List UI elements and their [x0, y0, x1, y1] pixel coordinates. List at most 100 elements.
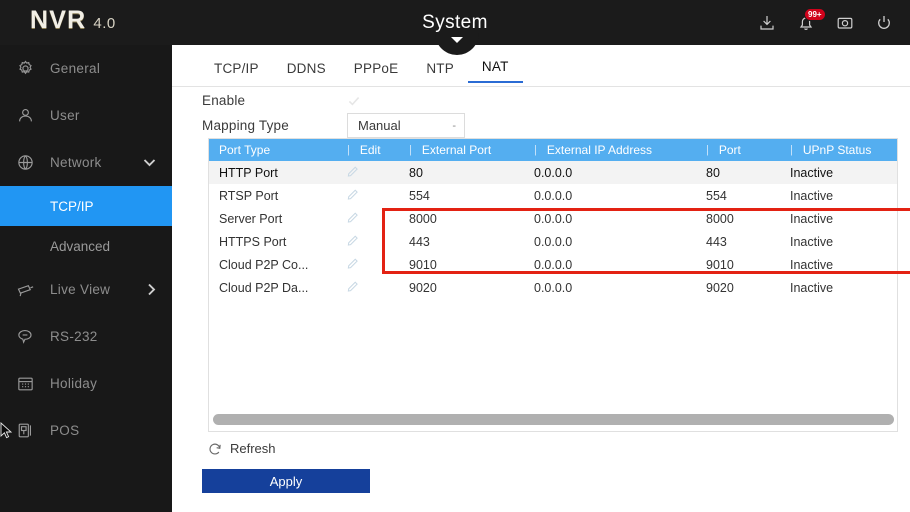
- sidebar-item-pos[interactable]: POS: [0, 407, 172, 454]
- tab-ntp[interactable]: NTP: [412, 57, 468, 83]
- cell-external-ip: 0.0.0.0: [534, 165, 573, 180]
- col-external-ip: External IP Address: [524, 143, 696, 157]
- mapping-type-row: Mapping Type Manual -: [202, 113, 465, 138]
- cell-external-ip: 0.0.0.0: [534, 280, 573, 295]
- download-icon[interactable]: [757, 13, 777, 33]
- sidebar: General User Network TCP/IP Advanced Liv…: [0, 45, 172, 512]
- cell-port: 554: [706, 188, 727, 203]
- cell-port-type: Cloud P2P Co...: [219, 257, 309, 272]
- cell-external-ip: 0.0.0.0: [534, 257, 573, 272]
- chevron-down-icon: -: [452, 119, 456, 132]
- mapping-type-label: Mapping Type: [202, 118, 289, 133]
- chat-icon: [14, 326, 36, 348]
- sidebar-item-holiday[interactable]: Holiday: [0, 360, 172, 407]
- display-icon[interactable]: [835, 13, 855, 33]
- cell-edit[interactable]: [337, 211, 399, 226]
- chevron-down-icon[interactable]: [143, 158, 156, 167]
- cell-edit[interactable]: [337, 257, 399, 272]
- cell-port-type: HTTP Port: [219, 165, 278, 180]
- mapping-type-select[interactable]: Manual -: [347, 113, 465, 138]
- tab-nat[interactable]: NAT: [467, 55, 523, 83]
- nvr-config-window: NVR 4.0 System 99+ General User Network …: [0, 0, 910, 512]
- refresh-label: Refresh: [230, 441, 276, 456]
- edit-icon[interactable]: [347, 280, 359, 292]
- cell-port-type: Cloud P2P Da...: [219, 280, 309, 295]
- sidebar-item-advanced[interactable]: Advanced: [0, 226, 172, 266]
- power-icon[interactable]: [874, 13, 894, 33]
- enable-checkbox[interactable]: [347, 94, 361, 108]
- col-external-port: External Port: [399, 143, 524, 157]
- table-row[interactable]: Cloud P2P Co... 9010 0.0.0.0 9010 Inactive: [209, 253, 897, 276]
- sidebar-item-tcpip[interactable]: TCP/IP: [0, 186, 172, 226]
- col-edit: Edit: [337, 143, 399, 157]
- cell-port: 8000: [706, 211, 734, 226]
- table-hscrollbar-thumb[interactable]: [213, 414, 894, 425]
- table-row[interactable]: Server Port 8000 0.0.0.0 8000 Inactive: [209, 207, 897, 230]
- cell-external-ip: 0.0.0.0: [534, 188, 573, 203]
- tab-ddns[interactable]: DDNS: [273, 57, 340, 83]
- cell-external-port: 8000: [409, 211, 437, 226]
- cell-port-type: Server Port: [219, 211, 283, 226]
- sidebar-label-pos: POS: [50, 423, 80, 438]
- cell-port-type: RTSP Port: [219, 188, 279, 203]
- cell-edit[interactable]: [337, 188, 399, 203]
- sidebar-label-user: User: [50, 108, 80, 123]
- content-area: TCP/IP DDNS PPPoE NTP NAT Enable Mapping…: [172, 45, 910, 512]
- table-hscrollbar-track[interactable]: [210, 414, 896, 428]
- calendar-icon: [14, 373, 36, 395]
- sidebar-label-rs232: RS-232: [50, 329, 98, 344]
- sidebar-label-advanced: Advanced: [50, 238, 111, 254]
- table-row[interactable]: HTTPS Port 443 0.0.0.0 443 Inactive: [209, 230, 897, 253]
- sidebar-label-network: Network: [50, 155, 102, 170]
- bell-badge: 99+: [804, 7, 826, 21]
- edit-icon[interactable]: [347, 165, 359, 177]
- sidebar-item-user[interactable]: User: [0, 92, 172, 139]
- refresh-button[interactable]: Refresh: [208, 441, 276, 456]
- tab-divider: [172, 86, 910, 87]
- enable-label: Enable: [202, 93, 246, 108]
- cell-external-ip: 0.0.0.0: [534, 234, 573, 249]
- sidebar-item-network[interactable]: Network: [0, 139, 172, 186]
- cell-edit[interactable]: [337, 165, 399, 180]
- edit-icon[interactable]: [347, 257, 359, 269]
- apply-button[interactable]: Apply: [202, 469, 370, 493]
- bell-icon[interactable]: 99+: [796, 7, 826, 33]
- col-port-type: Port Type: [219, 143, 271, 157]
- col-upnp-status: UPnP Status: [780, 143, 880, 157]
- tab-pppoe[interactable]: PPPoE: [340, 57, 413, 83]
- sidebar-item-liveview[interactable]: Live View: [0, 266, 172, 313]
- cell-port: 80: [706, 165, 720, 180]
- cell-external-port: 9020: [409, 280, 437, 295]
- enable-row: Enable: [202, 93, 361, 108]
- table-row[interactable]: Cloud P2P Da... 9020 0.0.0.0 9020 Inactive: [209, 276, 897, 299]
- cell-edit[interactable]: [337, 234, 399, 249]
- cell-external-port: 554: [409, 188, 430, 203]
- cell-external-port: 443: [409, 234, 430, 249]
- cell-edit[interactable]: [337, 280, 399, 295]
- tab-bar: TCP/IP DDNS PPPoE NTP NAT: [200, 55, 523, 83]
- sidebar-label-general: General: [50, 61, 101, 76]
- table-row[interactable]: HTTP Port 80 0.0.0.0 80 Inactive: [209, 161, 897, 184]
- camera-icon: [14, 279, 36, 301]
- port-table: Port Type Edit External Port External IP…: [208, 138, 898, 432]
- sidebar-label-liveview: Live View: [50, 282, 111, 297]
- col-port: Port: [696, 143, 780, 157]
- cell-port: 9020: [706, 280, 734, 295]
- edit-icon[interactable]: [347, 211, 359, 223]
- table-row[interactable]: RTSP Port 554 0.0.0.0 554 Inactive: [209, 184, 897, 207]
- cell-upnp-status: Inactive: [790, 165, 834, 180]
- pos-icon: [14, 420, 36, 442]
- cell-external-port: 80: [409, 165, 423, 180]
- chevron-right-icon[interactable]: [147, 283, 156, 296]
- sidebar-item-general[interactable]: General: [0, 45, 172, 92]
- edit-icon[interactable]: [347, 234, 359, 246]
- tab-tcpip[interactable]: TCP/IP: [200, 57, 273, 83]
- cell-upnp-status: Inactive: [790, 280, 834, 295]
- cell-port: 9010: [706, 257, 734, 272]
- globe-icon: [14, 152, 36, 174]
- edit-icon[interactable]: [347, 188, 359, 200]
- sidebar-item-rs232[interactable]: RS-232: [0, 313, 172, 360]
- top-icon-bar: 99+: [757, 0, 894, 45]
- cell-port: 443: [706, 234, 727, 249]
- cell-external-ip: 0.0.0.0: [534, 211, 573, 226]
